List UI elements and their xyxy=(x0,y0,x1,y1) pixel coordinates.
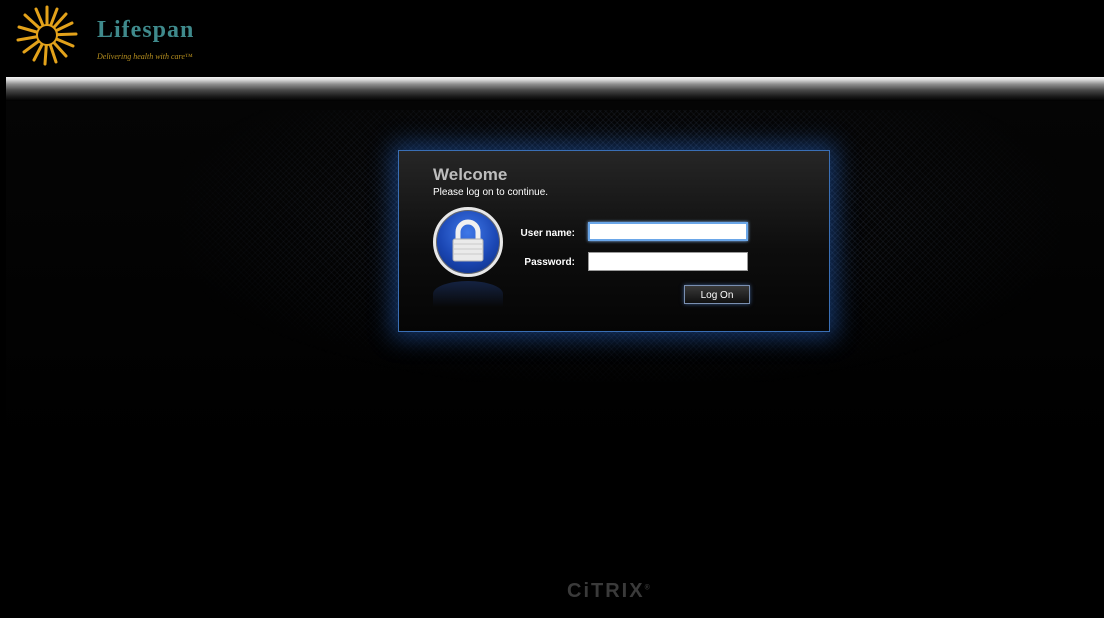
password-label: Password: xyxy=(524,257,575,268)
padlock-reflection xyxy=(433,281,503,307)
log-on-button[interactable]: Log On xyxy=(684,285,750,304)
registered-mark: ® xyxy=(644,584,652,592)
padlock-badge xyxy=(433,207,503,277)
citrix-wordmark: CiTRIX xyxy=(567,580,645,602)
header-divider-bar xyxy=(6,77,1104,101)
lifespan-logo-icon xyxy=(16,5,78,66)
brand-name: Lifespan xyxy=(97,17,195,43)
login-panel: Welcome Please log on to continue. User … xyxy=(398,150,830,332)
username-field[interactable] xyxy=(588,222,748,241)
login-title: Welcome xyxy=(433,165,508,184)
password-field[interactable] xyxy=(588,252,748,271)
citrix-logo: CiTRIX® xyxy=(567,580,652,603)
header: Lifespan Delivering health with care™ xyxy=(0,0,1104,78)
login-subtitle: Please log on to continue. xyxy=(433,187,549,198)
username-label: User name: xyxy=(520,228,575,239)
brand-tagline: Delivering health with care™ xyxy=(97,52,193,61)
